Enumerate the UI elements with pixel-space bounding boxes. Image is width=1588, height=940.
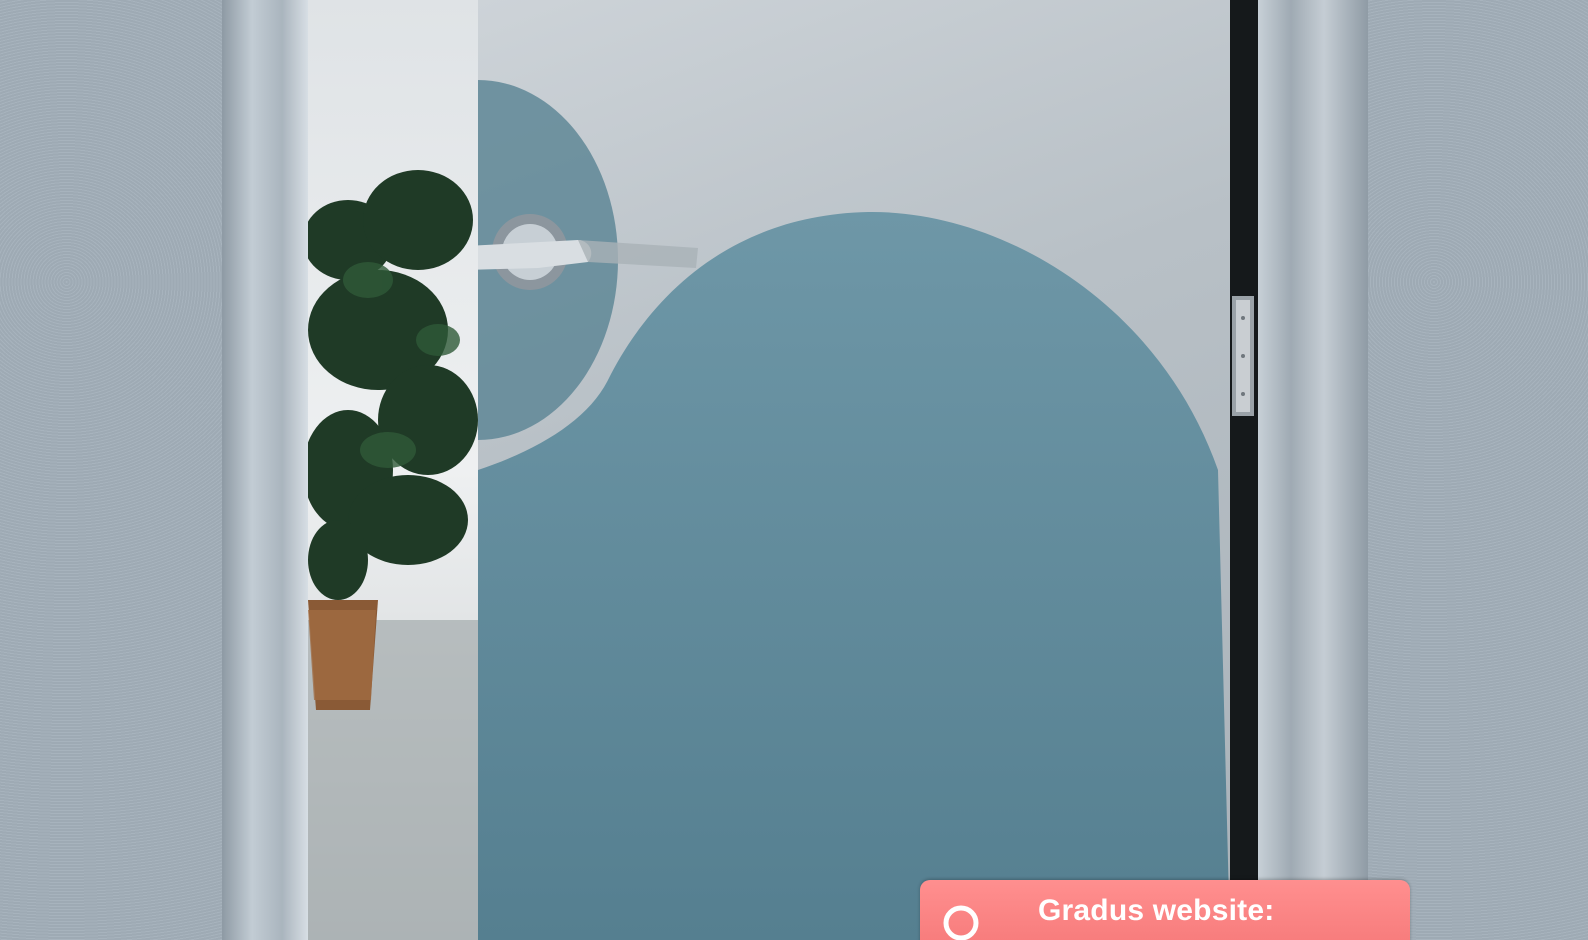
hinge-icon bbox=[1232, 296, 1254, 416]
glass-door bbox=[466, 0, 1230, 940]
door-gap bbox=[1230, 0, 1258, 940]
banner-label: Gradus website: bbox=[1038, 894, 1275, 927]
gradus-website-banner[interactable]: Gradus website: bbox=[920, 880, 1410, 940]
door-frame-left bbox=[222, 0, 308, 940]
photo-scene: Gradus website: bbox=[0, 0, 1588, 940]
search-icon bbox=[943, 905, 979, 940]
room-view bbox=[308, 0, 478, 940]
left-wall bbox=[0, 0, 222, 940]
door-graphic bbox=[466, 80, 1230, 940]
plant-image bbox=[308, 170, 478, 940]
door-frame-right bbox=[1258, 0, 1368, 940]
right-wall bbox=[1368, 0, 1588, 940]
